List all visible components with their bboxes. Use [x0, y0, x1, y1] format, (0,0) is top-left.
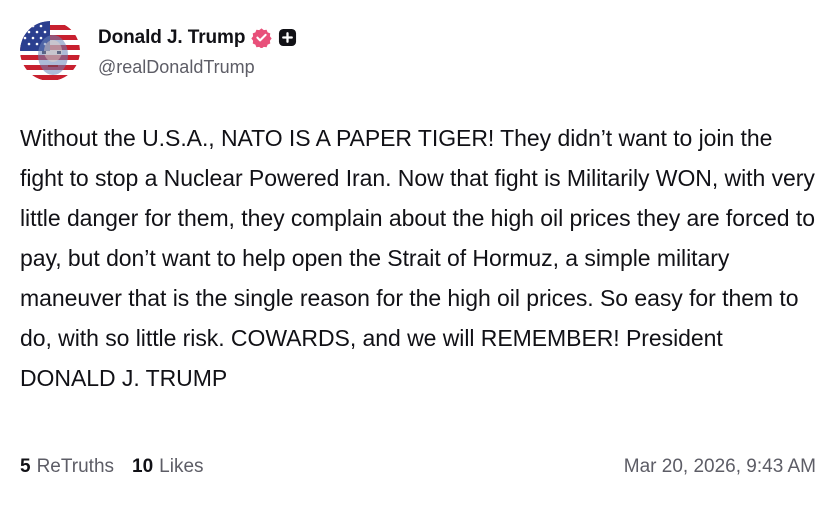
author-handle[interactable]: @realDonaldTrump: [98, 57, 297, 78]
post-header: Donald J. Trump @realDonaldTrump: [20, 20, 297, 82]
name-row: Donald J. Trump: [98, 25, 297, 51]
likes-count: 10: [132, 456, 154, 477]
retruths-label: ReTruths: [36, 456, 115, 477]
verified-badge-icon: [251, 27, 273, 49]
likes-stat[interactable]: 10 Likes: [132, 456, 204, 478]
post-timestamp[interactable]: Mar 20, 2026, 9:43 AM: [624, 456, 816, 478]
retruths-stat[interactable]: 5 ReTruths: [20, 456, 114, 478]
avatar[interactable]: [20, 21, 80, 81]
author-display-name[interactable]: Donald J. Trump: [98, 27, 245, 49]
post-stats: 5 ReTruths 10 Likes: [20, 456, 204, 478]
author-info: Donald J. Trump @realDonaldTrump: [98, 25, 297, 78]
truth-post-card: Donald J. Trump @realDonaldTrump Without…: [0, 0, 840, 508]
retruths-count: 5: [20, 456, 31, 477]
plus-badge-icon: [278, 28, 297, 47]
post-footer: 5 ReTruths 10 Likes Mar 20, 2026, 9:43 A…: [20, 452, 816, 482]
post-body-text: Without the U.S.A., NATO IS A PAPER TIGE…: [20, 125, 815, 391]
likes-label: Likes: [159, 456, 204, 477]
avatar-flag-icon: [20, 21, 80, 81]
